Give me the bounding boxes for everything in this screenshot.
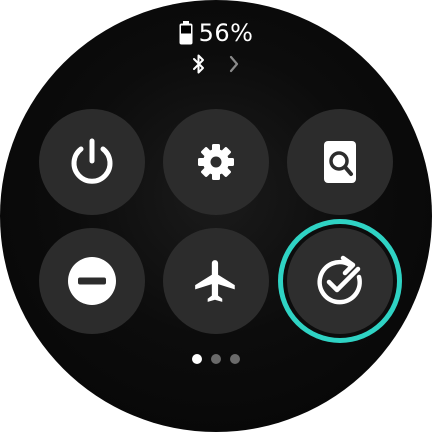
page-indicator xyxy=(0,354,432,364)
airplane-mode-tile[interactable] xyxy=(163,228,269,334)
auto-sync-tile[interactable] xyxy=(287,228,393,334)
power-icon xyxy=(71,138,113,184)
battery-icon xyxy=(179,21,193,45)
bluetooth-icon xyxy=(193,54,204,74)
sync-check-icon xyxy=(317,255,362,305)
watch-face: 56% xyxy=(0,0,432,432)
battery-percentage: 56% xyxy=(198,19,254,47)
settings-tile[interactable] xyxy=(163,109,269,215)
page-dot-3 xyxy=(230,354,240,364)
connection-row[interactable] xyxy=(0,50,432,78)
find-device-icon xyxy=(324,141,356,183)
chevron-right-icon[interactable] xyxy=(228,54,240,74)
battery-indicator: 56% xyxy=(0,18,432,48)
find-phone-tile[interactable] xyxy=(287,109,393,215)
airplane-icon xyxy=(195,260,235,302)
gear-icon xyxy=(198,144,234,180)
do-not-disturb-tile[interactable] xyxy=(39,228,145,334)
page-dot-2 xyxy=(211,354,221,364)
minus-circle-icon xyxy=(68,257,116,305)
status-bar: 56% xyxy=(0,18,432,78)
page-dot-1 xyxy=(192,354,202,364)
power-tile[interactable] xyxy=(39,109,145,215)
